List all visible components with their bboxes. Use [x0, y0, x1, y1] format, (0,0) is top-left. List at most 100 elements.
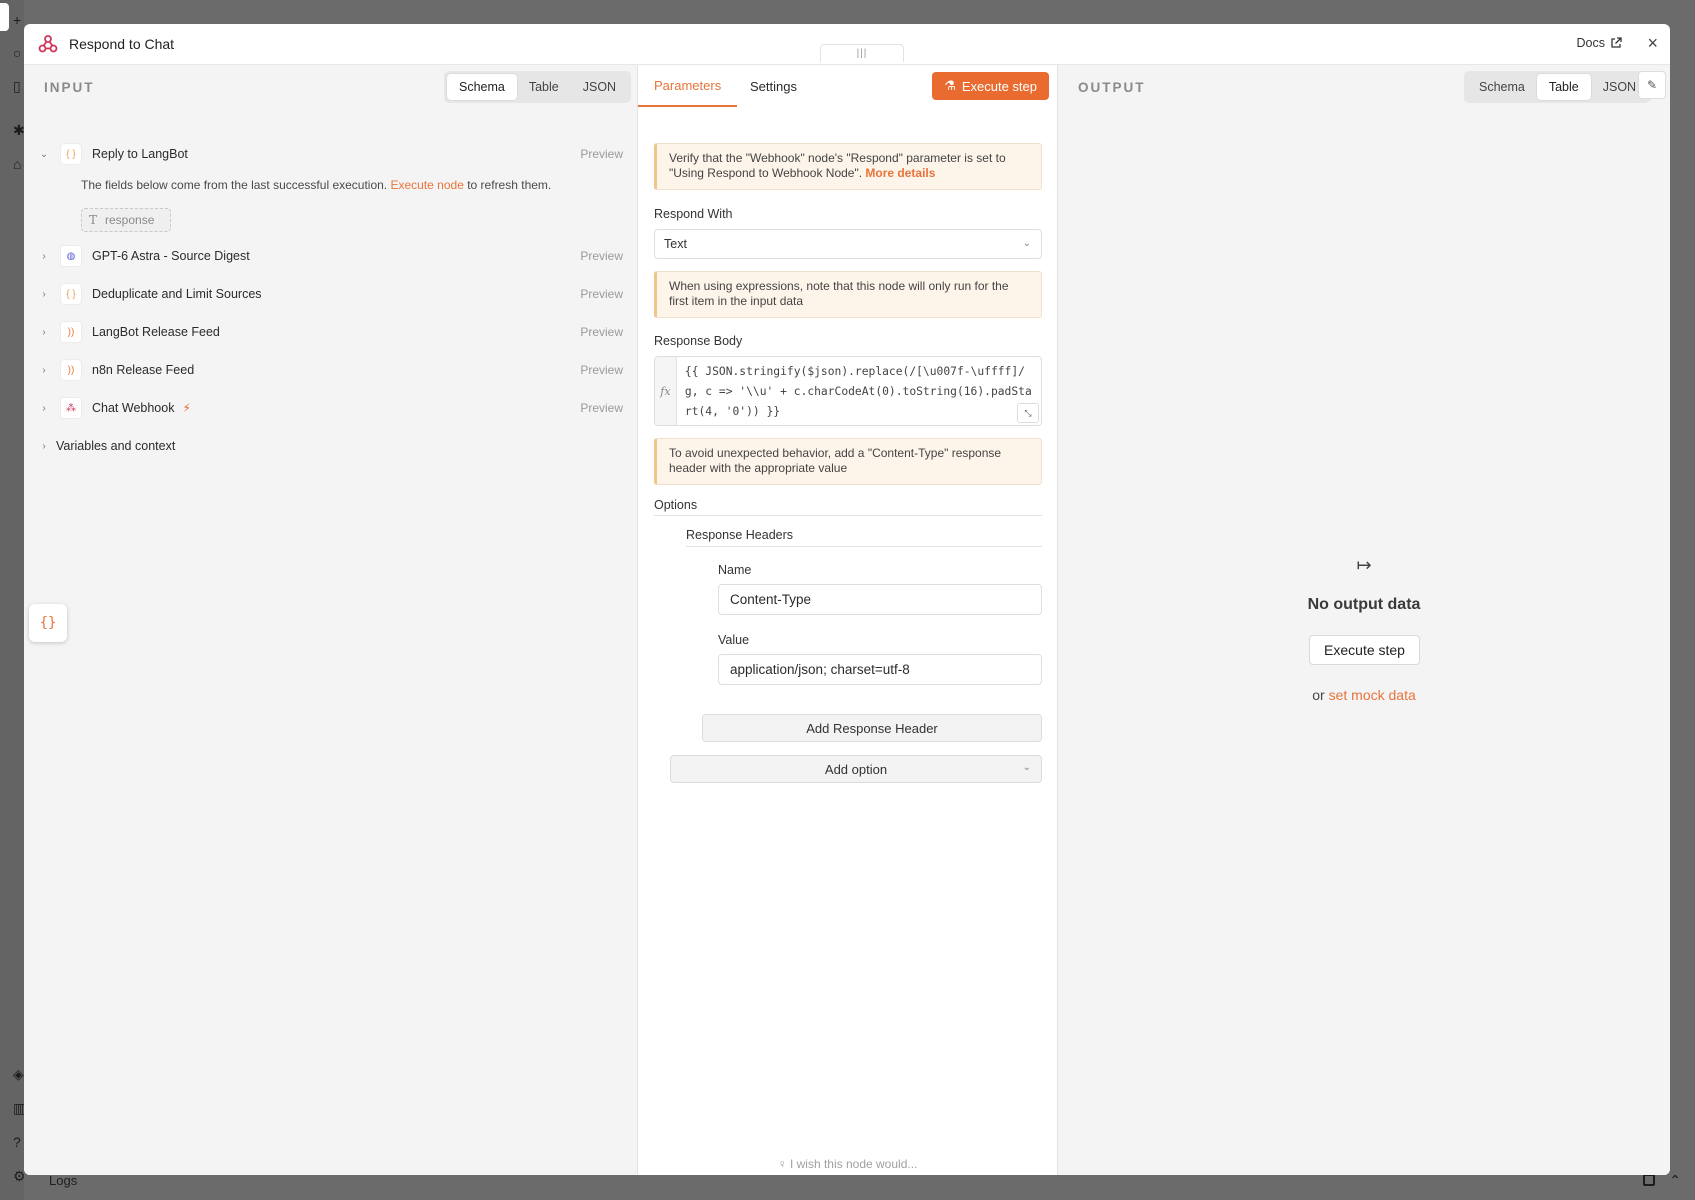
- chevron-down-icon[interactable]: ⌄: [36, 149, 52, 160]
- preview-link[interactable]: Preview: [580, 249, 623, 263]
- output-execute-step-button[interactable]: Execute step: [1309, 635, 1420, 665]
- output-tab-schema[interactable]: Schema: [1467, 74, 1537, 100]
- chevron-right-icon[interactable]: ›: [36, 403, 52, 414]
- templates-icon[interactable]: ◈: [13, 1066, 24, 1082]
- preview-link[interactable]: Preview: [580, 147, 623, 161]
- code-braces-icon[interactable]: {}: [29, 604, 67, 642]
- tree-node-chat-webhook[interactable]: › ⁂ Chat Webhook ⚡ Preview: [36, 395, 631, 421]
- flask-icon: ⚗: [944, 78, 956, 93]
- preview-link[interactable]: Preview: [580, 401, 623, 415]
- modal-title: Respond to Chat: [69, 36, 175, 52]
- or-label: or: [1312, 687, 1325, 703]
- tree-node-n8n-feed[interactable]: › )) n8n Release Feed Preview: [36, 357, 631, 383]
- chevron-down-icon: ⌄: [1022, 762, 1031, 773]
- execute-node-link[interactable]: Execute node: [390, 178, 463, 192]
- variables-label: Variables and context: [56, 439, 176, 453]
- code-braces-icon: { }: [60, 143, 82, 165]
- trigger-bolt-icon: ⚡: [182, 401, 191, 415]
- input-panel-label: INPUT: [44, 80, 95, 95]
- tree-node-gpt6-astra[interactable]: › ◍ GPT-6 Astra - Source Digest Preview: [36, 243, 631, 269]
- node-label: Chat Webhook: [92, 401, 175, 415]
- response-body-editor[interactable]: fx {{ JSON.stringify($json).replace(/[\u…: [654, 356, 1042, 426]
- node-details-modal: Respond to Chat Docs × ||| INPUT Schema …: [24, 24, 1670, 1175]
- pencil-icon[interactable]: ✎: [1638, 71, 1666, 99]
- chevron-right-icon[interactable]: ›: [36, 289, 52, 300]
- response-body-code[interactable]: {{ JSON.stringify($json).replace(/[\u007…: [677, 357, 1041, 425]
- input-panel: INPUT Schema Table JSON ⌄ { } Reply to L…: [24, 65, 638, 1175]
- close-icon[interactable]: ×: [1647, 33, 1658, 54]
- preview-link[interactable]: Preview: [580, 363, 623, 377]
- input-tab-table[interactable]: Table: [517, 74, 571, 100]
- webhook-icon: [37, 33, 59, 55]
- notice-text: To avoid unexpected behavior, add a "Con…: [669, 446, 1002, 475]
- input-tab-json[interactable]: JSON: [571, 74, 628, 100]
- globe-icon: ◍: [60, 245, 82, 267]
- hint-text: The fields below come from the last succ…: [81, 178, 388, 192]
- home-icon[interactable]: ⌂: [13, 156, 21, 172]
- chevron-right-icon[interactable]: ›: [36, 251, 52, 262]
- node-label: LangBot Release Feed: [92, 325, 220, 339]
- chevron-right-icon[interactable]: ›: [36, 441, 52, 452]
- docs-label: Docs: [1576, 36, 1605, 50]
- rss-icon: )): [60, 321, 82, 343]
- tab-settings[interactable]: Settings: [740, 65, 807, 107]
- input-tab-schema[interactable]: Schema: [447, 74, 517, 100]
- add-response-header-button[interactable]: Add Response Header: [702, 714, 1042, 742]
- panel-drag-handle[interactable]: |||: [820, 44, 904, 62]
- webhook-icon: ⁂: [60, 397, 82, 419]
- more-details-link[interactable]: More details: [865, 166, 935, 180]
- chevron-right-icon[interactable]: ›: [36, 365, 52, 376]
- expressions-notice: When using expressions, note that this n…: [654, 271, 1042, 318]
- header-value-input[interactable]: application/json; charset=utf-8: [718, 654, 1042, 685]
- add-node-button[interactable]: [0, 3, 9, 31]
- input-view-switch: Schema Table JSON: [444, 71, 632, 103]
- chevron-up-icon[interactable]: ⌃: [1669, 1172, 1681, 1189]
- help-icon[interactable]: ?: [13, 1134, 21, 1150]
- response-body-label: Response Body: [654, 334, 743, 348]
- set-mock-data-link[interactable]: set mock data: [1329, 687, 1416, 703]
- notice-text: When using expressions, note that this n…: [669, 279, 1009, 308]
- chevron-right-icon[interactable]: ›: [36, 327, 52, 338]
- tree-node-langbot-feed[interactable]: › )) LangBot Release Feed Preview: [36, 319, 631, 345]
- respond-with-select[interactable]: Text ⌄: [654, 229, 1042, 259]
- expand-editor-icon[interactable]: ⤡: [1017, 403, 1039, 423]
- execute-step-label: Execute step: [961, 78, 1037, 94]
- tree-node-reply-to-langbot[interactable]: ⌄ { } Reply to LangBot Preview: [36, 141, 631, 167]
- nodes-icon[interactable]: ✱: [13, 122, 25, 138]
- header-value-label: Value: [718, 633, 750, 647]
- logs-label[interactable]: Logs: [49, 1173, 77, 1188]
- respond-with-value: Text: [664, 237, 687, 251]
- output-tab-table[interactable]: Table: [1536, 74, 1591, 100]
- header-name-input[interactable]: Content-Type: [718, 584, 1042, 615]
- field-name: response: [105, 213, 155, 227]
- add-option-label: Add option: [824, 761, 888, 777]
- text-type-icon: T: [89, 213, 98, 227]
- add-option-select[interactable]: Add option ⌄: [670, 755, 1042, 783]
- node-label: Deduplicate and Limit Sources: [92, 287, 262, 301]
- copy-icon[interactable]: [1643, 1174, 1655, 1186]
- arrow-right-to-line-icon: ↦: [1356, 555, 1372, 575]
- hint-suffix: to refresh them.: [467, 178, 552, 192]
- tree-node-deduplicate[interactable]: › { } Deduplicate and Limit Sources Prev…: [36, 281, 631, 307]
- plus-icon[interactable]: +: [13, 12, 21, 28]
- tree-variables-context[interactable]: › Variables and context: [36, 433, 631, 459]
- divider: [686, 546, 1042, 547]
- lightbulb-icon: ♀: [777, 1157, 787, 1171]
- docs-link[interactable]: Docs: [1577, 36, 1622, 50]
- node-label: GPT-6 Astra - Source Digest: [92, 249, 250, 263]
- logs-bar: [24, 1174, 1695, 1200]
- node-label: Reply to LangBot: [92, 147, 188, 161]
- response-headers-label: Response Headers: [686, 528, 794, 542]
- schema-field-response[interactable]: T response: [81, 208, 171, 232]
- options-label: Options: [654, 498, 698, 512]
- preview-link[interactable]: Preview: [580, 325, 623, 339]
- execute-step-button[interactable]: ⚗ Execute step: [932, 72, 1049, 100]
- search-icon[interactable]: ○: [13, 45, 21, 61]
- node-label: n8n Release Feed: [92, 363, 195, 377]
- panel-icon[interactable]: ▯: [13, 78, 21, 94]
- app-sidebar-background: [0, 0, 24, 1200]
- schema-hint: The fields below come from the last succ…: [81, 178, 551, 192]
- tab-parameters[interactable]: Parameters: [638, 65, 738, 107]
- feedback-link[interactable]: ♀ I wish this node would...: [638, 1157, 1057, 1171]
- preview-link[interactable]: Preview: [580, 287, 623, 301]
